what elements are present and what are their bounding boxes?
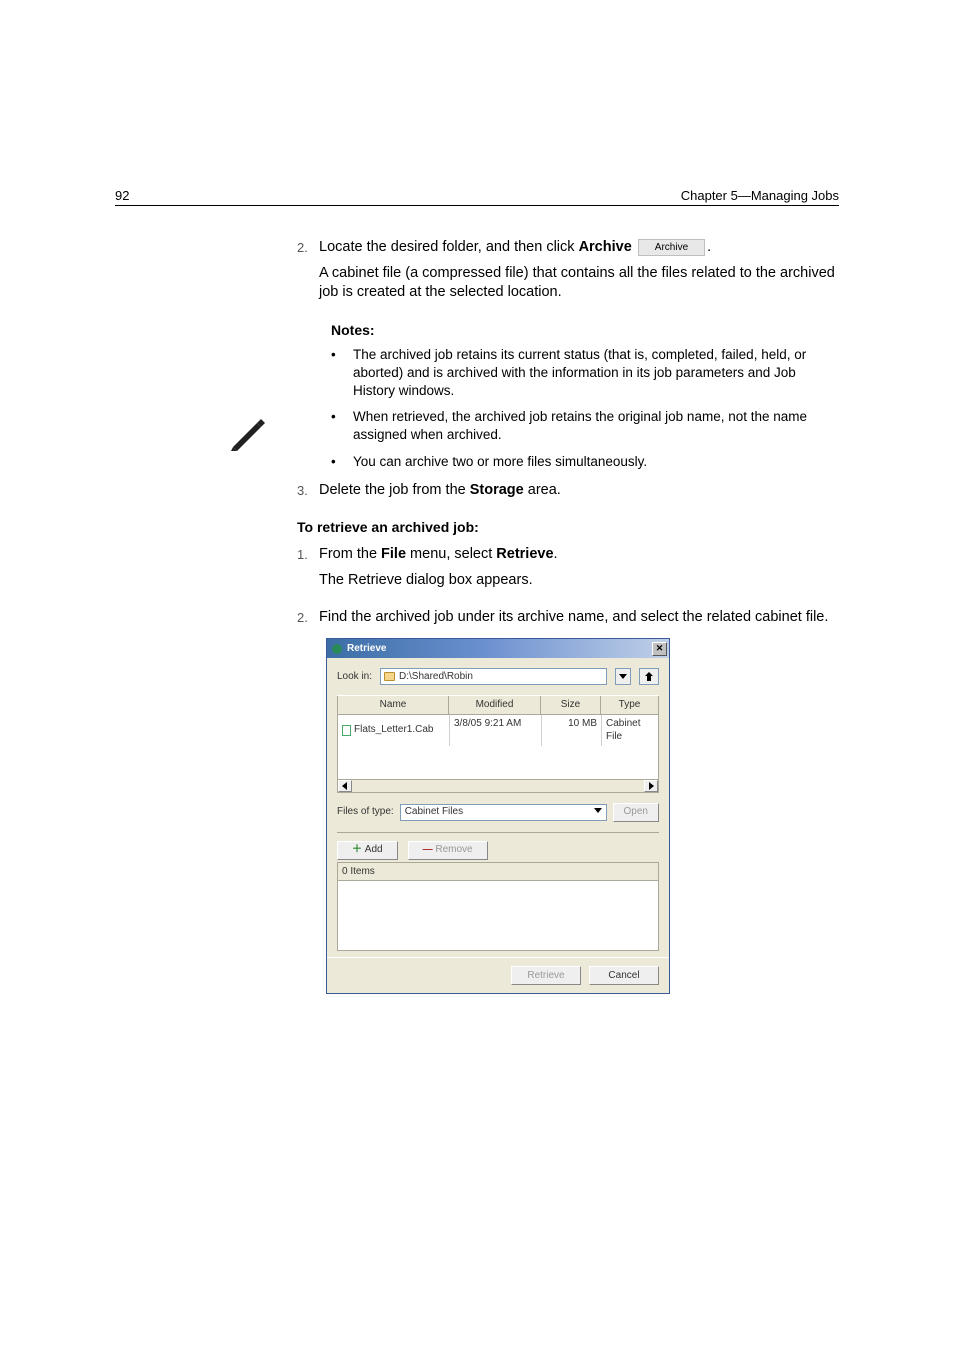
chevron-down-icon [594,808,602,814]
items-list[interactable] [337,881,659,951]
table-row[interactable]: Flats_Letter1.Cab 3/8/05 9:21 AM 10 MB C… [338,715,658,746]
plus-icon: ＋ [352,843,362,857]
note-item: •When retrieved, the archived job retain… [331,408,839,444]
items-header: 0 Items [337,862,659,882]
look-in-dropdown[interactable] [615,668,631,685]
step-text: Locate the desired folder, and then clic… [319,239,579,255]
step-number: 2. [297,238,319,313]
up-folder-button[interactable] [639,668,659,685]
look-in-field[interactable]: D:\Shared\Robin [380,668,607,685]
dialog-titlebar[interactable]: Retrieve ✕ [327,639,669,658]
page-header: 92 Chapter 5—Managing Jobs [115,188,839,203]
retrieve-button[interactable]: Retrieve [511,966,581,985]
notes-label: Notes: [331,321,839,340]
close-icon[interactable]: ✕ [652,642,667,656]
col-name[interactable]: Name [337,696,449,714]
cell-name: Flats_Letter1.Cab [354,723,434,737]
chapter-title: Chapter 5—Managing Jobs [681,188,839,203]
step-number: 3. [297,481,319,501]
app-icon [331,643,343,655]
note-item: •You can archive two or more files simul… [331,453,839,471]
cell-type: Cabinet File [602,715,658,746]
file-type-label: Files of type: [337,805,394,819]
page-number: 92 [115,188,129,203]
step-c1: 1. From the File menu, select Retrieve. … [297,545,839,600]
step-para: A cabinet file (a compressed file) that … [319,264,839,303]
step-2: 2. Locate the desired folder, and then c… [297,238,839,313]
step-number: 2. [297,608,319,628]
step-number: 1. [297,545,319,600]
archive-word: Archive [579,239,632,255]
step-trail: . [707,239,711,255]
cancel-button[interactable]: Cancel [589,966,659,985]
cell-modified: 3/8/05 9:21 AM [450,715,542,746]
divider [337,832,659,833]
file-type-select[interactable]: Cabinet Files [400,804,607,821]
look-in-path: D:\Shared\Robin [399,670,473,684]
retrieve-dialog: Retrieve ✕ Look in: D:\Shared\Robin [326,638,670,994]
scroll-right-icon[interactable] [644,780,658,792]
col-size[interactable]: Size [541,696,601,714]
header-rule [115,205,839,206]
file-grid[interactable]: Flats_Letter1.Cab 3/8/05 9:21 AM 10 MB C… [337,715,659,779]
note-item: •The archived job retains its current st… [331,346,839,401]
look-in-label: Look in: [337,670,372,684]
file-icon [342,725,351,736]
col-type[interactable]: Type [601,696,659,714]
scroll-left-icon[interactable] [338,780,352,792]
step-para: The Retrieve dialog box appears. [319,571,839,591]
add-button[interactable]: ＋ Add [337,841,398,860]
up-arrow-icon [643,672,655,682]
retrieve-heading: To retrieve an archived job: [115,518,839,537]
step-c2: 2. Find the archived job under its archi… [297,608,839,628]
file-type-value: Cabinet Files [405,805,463,819]
file-grid-header: Name Modified Size Type [337,695,659,715]
open-button[interactable]: Open [613,803,659,822]
remove-button[interactable]: — Remove [408,841,488,860]
dialog-title: Retrieve [347,642,386,656]
horizontal-scrollbar[interactable] [337,779,659,793]
step-3: 3. Delete the job from the Storage area. [297,481,839,501]
note-icon [227,411,269,460]
minus-icon: — [423,843,433,857]
folder-icon [384,672,395,681]
cell-size: 10 MB [542,715,602,746]
chevron-down-icon [619,674,627,680]
archive-button[interactable]: Archive [638,239,705,256]
col-modified[interactable]: Modified [449,696,541,714]
